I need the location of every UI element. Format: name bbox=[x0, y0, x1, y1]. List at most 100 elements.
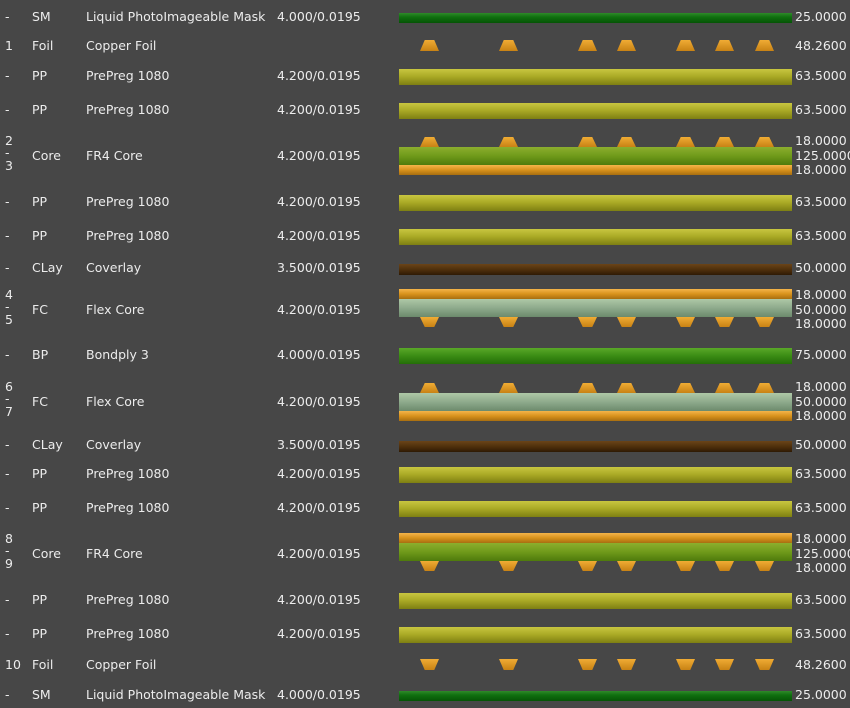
layer-number: - bbox=[5, 500, 10, 515]
layer-thickness: 63.5000 bbox=[795, 466, 847, 481]
copper-pad bbox=[420, 659, 439, 670]
stackup-row[interactable]: - PP PrePreg 1080 4.200/0.0195 63.5000 bbox=[0, 67, 850, 87]
stackup-row[interactable]: 1 Foil Copper Foil 48.2600 bbox=[0, 37, 850, 57]
layer-thickness: 25.0000 bbox=[795, 9, 847, 24]
stackup-row[interactable]: 6-7 FC Flex Core 4.200/0.0195 18.0000 50.0000… bbox=[0, 378, 850, 434]
layer-bar-bp bbox=[399, 348, 792, 364]
layer-thickness: 25.0000 bbox=[795, 687, 847, 702]
layer-thickness: 75.0000 bbox=[795, 347, 847, 362]
stackup-row[interactable]: - PP PrePreg 1080 4.200/0.0195 63.5000 bbox=[0, 625, 850, 645]
layer-dk-df: 4.000/0.0195 bbox=[277, 9, 361, 24]
layer-dk-df: 4.200/0.0195 bbox=[277, 148, 361, 163]
layer-thickness-mid: 50.0000 bbox=[795, 302, 847, 317]
layer-material: PrePreg 1080 bbox=[86, 626, 170, 641]
layer-thickness: 50.0000 bbox=[795, 437, 847, 452]
stackup-viewer: - SM Liquid PhotoImageable Mask 4.000/0.019… bbox=[0, 0, 850, 708]
copper-pad bbox=[499, 561, 518, 571]
layer-dk-df: 4.200/0.0195 bbox=[277, 68, 361, 83]
layer-thickness-bottom: 18.0000 bbox=[795, 408, 847, 423]
copper-pad bbox=[715, 317, 734, 327]
layer-material: FR4 Core bbox=[86, 546, 143, 561]
layer-dk-df: 4.200/0.0195 bbox=[277, 466, 361, 481]
copper-pad bbox=[755, 137, 774, 147]
layer-number: - bbox=[5, 102, 10, 117]
layer-dk-df: 3.500/0.0195 bbox=[277, 437, 361, 452]
copper-pad bbox=[715, 659, 734, 670]
layer-bar-pp bbox=[399, 69, 792, 85]
copper-pad bbox=[499, 659, 518, 670]
copper-pad bbox=[499, 383, 518, 393]
layer-number: - bbox=[5, 347, 10, 362]
layer-material: FR4 Core bbox=[86, 148, 143, 163]
layer-dk-df: 3.500/0.0195 bbox=[277, 260, 361, 275]
copper-pad bbox=[755, 40, 774, 51]
layer-dk-df: 4.200/0.0195 bbox=[277, 626, 361, 641]
copper-pad bbox=[715, 561, 734, 571]
layer-thickness-bottom: 18.0000 bbox=[795, 162, 847, 177]
layer-bar-pp bbox=[399, 627, 792, 643]
stackup-row[interactable]: 4-5 FC Flex Core 4.200/0.0195 18.0000 50.0000… bbox=[0, 286, 850, 342]
layer-thickness-top: 18.0000 bbox=[795, 379, 847, 394]
layer-material: PrePreg 1080 bbox=[86, 194, 170, 209]
layer-type: PP bbox=[32, 500, 48, 515]
layer-number: - bbox=[5, 437, 10, 452]
layer-thickness: 63.5000 bbox=[795, 194, 847, 209]
layer-thickness-top: 18.0000 bbox=[795, 133, 847, 148]
stackup-row[interactable]: 8-9 Core FR4 Core 4.200/0.0195 18.0000 125.00… bbox=[0, 530, 850, 586]
layer-bar-clay bbox=[399, 264, 792, 275]
layer-number: 1 bbox=[5, 38, 13, 53]
layer-thickness: 63.5000 bbox=[795, 102, 847, 117]
layer-type: SM bbox=[32, 687, 51, 702]
layer-material: Liquid PhotoImageable Mask bbox=[86, 9, 266, 24]
stackup-row[interactable]: - BP Bondply 3 4.000/0.0195 75.0000 bbox=[0, 346, 850, 366]
copper-pad bbox=[617, 40, 636, 51]
layer-number-bottom: 9 bbox=[5, 556, 13, 571]
layer-number: - bbox=[5, 466, 10, 481]
stackup-row[interactable]: - CLay Coverlay 3.500/0.0195 50.0000 bbox=[0, 436, 850, 456]
layer-bar-copper bbox=[399, 165, 792, 175]
stackup-row[interactable]: - PP PrePreg 1080 4.200/0.0195 63.5000 bbox=[0, 591, 850, 611]
layer-bar-pp bbox=[399, 103, 792, 119]
stackup-row[interactable]: 10 Foil Copper Foil 48.2600 bbox=[0, 656, 850, 676]
stackup-row[interactable]: - SM Liquid PhotoImageable Mask 4.000/0.019… bbox=[0, 686, 850, 706]
layer-thickness-bottom: 18.0000 bbox=[795, 316, 847, 331]
layer-type: BP bbox=[32, 347, 49, 362]
copper-pad bbox=[420, 137, 439, 147]
stackup-row[interactable]: - PP PrePreg 1080 4.200/0.0195 63.5000 bbox=[0, 465, 850, 485]
layer-number-bottom: 5 bbox=[5, 312, 13, 327]
layer-thickness: 48.2600 bbox=[795, 657, 847, 672]
layer-bar-sm bbox=[399, 13, 792, 23]
layer-dk-df: 4.200/0.0195 bbox=[277, 394, 361, 409]
copper-pad bbox=[755, 383, 774, 393]
layer-thickness: 63.5000 bbox=[795, 68, 847, 83]
layer-thickness: 48.2600 bbox=[795, 38, 847, 53]
stackup-row[interactable]: 2-3 Core FR4 Core 4.200/0.0195 18.0000 125.00… bbox=[0, 132, 850, 188]
layer-type: PP bbox=[32, 592, 48, 607]
stackup-row[interactable]: - SM Liquid PhotoImageable Mask 4.000/0.019… bbox=[0, 8, 850, 28]
layer-type: Foil bbox=[32, 38, 54, 53]
layer-thickness: 63.5000 bbox=[795, 228, 847, 243]
layer-type: Foil bbox=[32, 657, 54, 672]
layer-thickness: 63.5000 bbox=[795, 500, 847, 515]
stackup-row[interactable]: - CLay Coverlay 3.500/0.0195 50.0000 bbox=[0, 259, 850, 279]
layer-type: PP bbox=[32, 194, 48, 209]
copper-pad bbox=[676, 659, 695, 670]
layer-type: FC bbox=[32, 302, 48, 317]
stackup-row[interactable]: - PP PrePreg 1080 4.200/0.0195 63.5000 bbox=[0, 499, 850, 519]
stackup-row[interactable]: - PP PrePreg 1080 4.200/0.0195 63.5000 bbox=[0, 101, 850, 121]
layer-number: - bbox=[5, 194, 10, 209]
copper-pad bbox=[715, 137, 734, 147]
layer-bar-fc bbox=[399, 299, 792, 317]
copper-pad bbox=[617, 561, 636, 571]
layer-bar-clay bbox=[399, 441, 792, 452]
layer-dk-df: 4.200/0.0195 bbox=[277, 102, 361, 117]
layer-bar-pp bbox=[399, 195, 792, 211]
layer-material: Flex Core bbox=[86, 302, 145, 317]
stackup-row[interactable]: - PP PrePreg 1080 4.200/0.0195 63.5000 bbox=[0, 193, 850, 213]
copper-pad bbox=[676, 137, 695, 147]
layer-type: SM bbox=[32, 9, 51, 24]
copper-pad bbox=[578, 659, 597, 670]
stackup-row[interactable]: - PP PrePreg 1080 4.200/0.0195 63.5000 bbox=[0, 227, 850, 247]
copper-pad bbox=[578, 561, 597, 571]
layer-material: Copper Foil bbox=[86, 657, 157, 672]
